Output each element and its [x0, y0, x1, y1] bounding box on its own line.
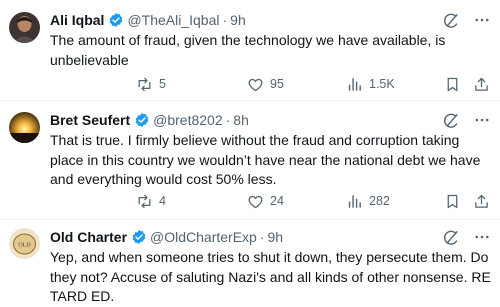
- tweet-old-charter[interactable]: OLD Old Charter @OldCharterExp · 9h Yep,…: [0, 219, 500, 304]
- meta-separator: ·: [222, 12, 228, 28]
- verified-badge-icon: [134, 112, 150, 128]
- repost-count: 4: [159, 194, 166, 208]
- bookmark-icon: [447, 194, 458, 208]
- like-count: 24: [270, 194, 284, 208]
- share-icon: [475, 194, 488, 208]
- verified-badge-icon: [131, 229, 147, 245]
- tweet-ali-iqbal[interactable]: Ali Iqbal @TheAli_Iqbal · 9h The amount …: [0, 0, 500, 101]
- views-icon: [348, 77, 361, 91]
- tweet-header: Bret Seufert @bret8202 · 8h: [50, 110, 492, 130]
- views-count: 1.5K: [369, 77, 395, 91]
- author-handle[interactable]: @OldCharterExp: [150, 227, 257, 247]
- repost-button[interactable]: 4: [136, 191, 166, 211]
- grok-icon[interactable]: [440, 10, 460, 30]
- author-handle[interactable]: @bret8202: [153, 110, 222, 130]
- views-button[interactable]: 1.5K: [346, 74, 395, 94]
- bookmark-icon: [447, 77, 458, 91]
- share-icon: [475, 77, 488, 91]
- svg-text:OLD: OLD: [18, 243, 31, 249]
- repost-icon: [138, 77, 151, 91]
- tweet-timestamp[interactable]: 9h: [230, 10, 246, 30]
- author-name[interactable]: Old Charter: [50, 227, 127, 247]
- repost-icon: [138, 194, 151, 208]
- avatar[interactable]: [9, 12, 40, 43]
- like-button[interactable]: 24: [247, 191, 284, 211]
- tweet-text: That is true. I firmly believe without t…: [50, 132, 481, 187]
- views-button[interactable]: 282: [346, 191, 390, 211]
- repost-button[interactable]: 5: [136, 74, 166, 94]
- repost-count: 5: [159, 77, 166, 91]
- reply-feed: Ali Iqbal @TheAli_Iqbal · 9h The amount …: [0, 0, 500, 304]
- grok-icon[interactable]: [440, 110, 460, 130]
- meta-separator: ·: [259, 229, 265, 245]
- tweet-header: Ali Iqbal @TheAli_Iqbal · 9h: [50, 10, 492, 30]
- more-icon[interactable]: [472, 227, 492, 247]
- views-icon: [348, 194, 361, 208]
- tweet-bret-seufert[interactable]: Bret Seufert @bret8202 · 8h That is true…: [0, 100, 500, 220]
- tweet-timestamp[interactable]: 9h: [268, 227, 284, 247]
- tweet-actions: 5 95 1.5K: [136, 74, 488, 94]
- heart-icon: [248, 195, 263, 208]
- like-button[interactable]: 95: [247, 74, 284, 94]
- avatar[interactable]: [9, 112, 40, 143]
- author-name[interactable]: Ali Iqbal: [50, 10, 104, 30]
- tweet-text: The amount of fraud, given the technolog…: [50, 32, 446, 68]
- share-button[interactable]: [473, 74, 490, 94]
- heart-icon: [248, 78, 263, 91]
- tweet-timestamp[interactable]: 8h: [233, 110, 249, 130]
- share-button[interactable]: [473, 191, 490, 211]
- author-name[interactable]: Bret Seufert: [50, 110, 130, 130]
- views-count: 282: [369, 194, 390, 208]
- tweet-text: Yep, and when someone tries to shut it d…: [50, 249, 491, 304]
- more-icon[interactable]: [472, 110, 492, 130]
- more-icon[interactable]: [472, 10, 492, 30]
- tweet-header: Old Charter @OldCharterExp · 9h: [50, 227, 492, 247]
- like-count: 95: [270, 77, 284, 91]
- bookmark-button[interactable]: [444, 74, 461, 94]
- avatar[interactable]: OLD: [9, 228, 40, 259]
- grok-icon[interactable]: [440, 227, 460, 247]
- tweet-actions: 4 24 282: [136, 191, 488, 211]
- meta-separator: ·: [225, 112, 231, 128]
- author-handle[interactable]: @TheAli_Iqbal: [127, 10, 219, 30]
- bookmark-button[interactable]: [444, 191, 461, 211]
- verified-badge-icon: [108, 12, 124, 28]
